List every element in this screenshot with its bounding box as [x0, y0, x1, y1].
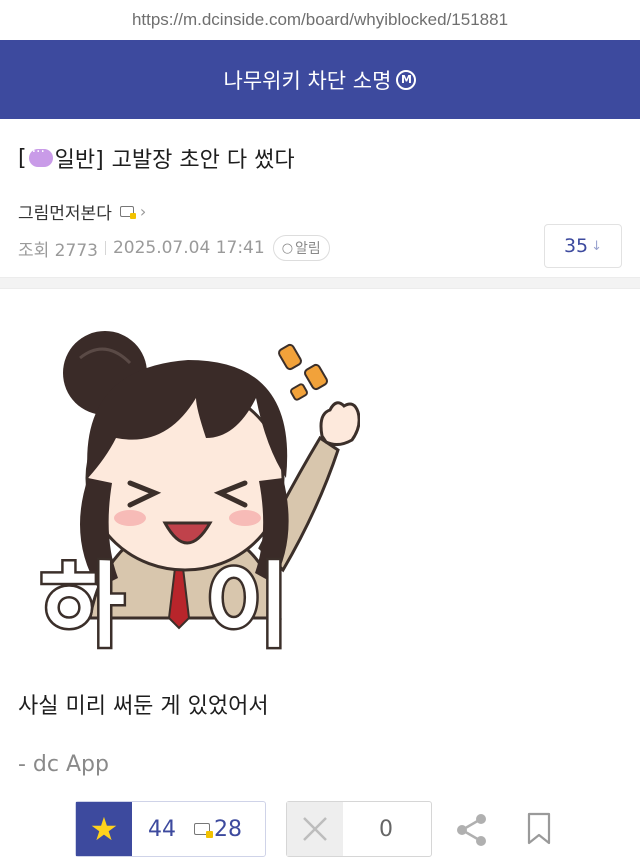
bracket-open: [ [18, 145, 27, 171]
board-title[interactable]: 나무위키 차단 소명 [224, 65, 392, 95]
downvote-button-group: 0 [286, 801, 432, 857]
sticker-text-i: 이 [205, 553, 290, 660]
alarm-label: 알림 [295, 241, 321, 257]
close-icon [303, 817, 327, 841]
minor-gallery-badge-icon: M [396, 69, 417, 90]
sticker-text-ha: 하 [40, 553, 125, 660]
url-bar[interactable]: https://m.dcinside.com/board/whyiblocked… [0, 0, 640, 40]
board-header: 나무위키 차단 소명 M [0, 40, 640, 119]
waving-hand [319, 401, 360, 447]
chat-bubble-icon [28, 144, 53, 167]
downvote-count: 0 [379, 816, 393, 842]
share-icon[interactable] [455, 813, 489, 847]
post-category: 일반] [54, 148, 104, 173]
app-signature: - dc App [18, 752, 109, 777]
post-meta: 조회 2773 2025.07.04 17:41 ○ 알림 [18, 235, 330, 261]
post-date: 2025.07.04 17:41 [112, 238, 265, 258]
fixed-user-icon [119, 206, 136, 219]
fixed-user-icon [194, 823, 213, 838]
meta-divider [104, 241, 106, 255]
author-row[interactable]: 그림먼저본다 › [18, 199, 146, 224]
fixed-recommend-count: 28 [214, 816, 242, 842]
bookmark-icon[interactable] [526, 812, 552, 846]
recommend-count: 44 [148, 816, 176, 842]
star-icon: ★ [89, 810, 119, 848]
post-title: 고발장 초안 다 썼다 [111, 148, 295, 173]
bell-icon: ○ [281, 240, 294, 256]
comment-count-button[interactable]: 35 ↓ [544, 224, 622, 268]
post-header: [ 일반] 고발장 초안 다 썼다 그림먼저본다 › 조회 2773 2025.… [0, 119, 640, 278]
chevron-right-icon[interactable]: › [140, 202, 146, 221]
view-count: 조회 2773 [18, 240, 98, 261]
recommend-button-group: ★ 44 28 [75, 801, 266, 857]
downvote-button[interactable] [287, 802, 343, 856]
post-body-text: 사실 미리 써둔 게 있었어서 [18, 694, 269, 719]
section-divider [0, 278, 640, 289]
recommend-star-button[interactable]: ★ [76, 802, 132, 856]
arrow-down-icon: ↓ [591, 238, 603, 254]
author-name[interactable]: 그림먼저본다 [18, 199, 112, 224]
comment-count: 35 [563, 235, 589, 257]
post-title-row: [ 일반] 고발장 초안 다 썼다 [18, 142, 295, 174]
sticker-image: 하 이 [38, 331, 360, 663]
alarm-button[interactable]: ○ 알림 [272, 235, 330, 261]
